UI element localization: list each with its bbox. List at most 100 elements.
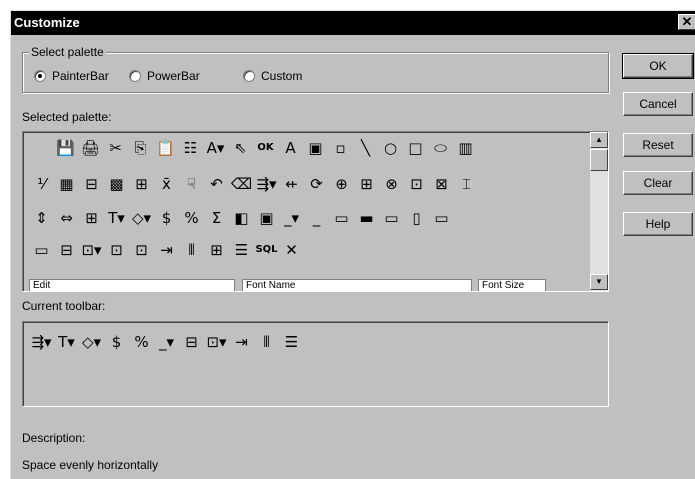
select-palette-legend: Select palette: [29, 45, 106, 59]
palette-r3-15-icon[interactable]: ▭: [379, 206, 404, 230]
palette-r3-4-icon[interactable]: T▾: [104, 206, 129, 230]
palette-r4-10-icon[interactable]: SQL: [254, 238, 279, 262]
toolbar-1-icon[interactable]: ⇶▾: [29, 330, 54, 354]
palette-r1-7-icon[interactable]: A▾: [203, 136, 228, 160]
palette-r3-6-icon[interactable]: $: [154, 206, 179, 230]
palette-r2-3-icon[interactable]: ⊟: [79, 172, 104, 196]
palette-r3-14-icon[interactable]: ▬: [354, 206, 379, 230]
cancel-button[interactable]: Cancel: [623, 92, 693, 116]
palette-r4-11-icon[interactable]: ✕: [279, 238, 304, 262]
palette-r2-2-icon[interactable]: ▦: [54, 172, 79, 196]
toolbar-2-icon[interactable]: T▾: [54, 330, 79, 354]
palette-r4-3-icon[interactable]: ⊡▾: [79, 238, 104, 262]
palette-r2-11-icon[interactable]: ⇷: [279, 172, 304, 196]
font-size-combo[interactable]: Font Size: [478, 279, 546, 291]
palette-r2-7-icon[interactable]: ☟: [179, 172, 204, 196]
palette-r2-18-icon[interactable]: ⌶: [454, 172, 479, 196]
scroll-down-button[interactable]: ▼: [590, 274, 608, 290]
selected-palette-panel: 💾 🖨 ✂ ⎘ 📋 ☷ A▾ ⇖ OK A ▣ ▫ ╲ ○ □ ⬭ ▥ ⅟ ▦ ⊟ ▩ ⊞ x̄ ☟ ↶ ⌫ ⇶▾ ⇷ ⟳ ⊕ ⊞ ⊗ ⊡ ⊠ ⌶…: [22, 131, 609, 292]
palette-r1-1-icon[interactable]: 💾: [53, 136, 78, 160]
toolbar-8-icon[interactable]: ⊡▾: [204, 330, 229, 354]
radio-custom[interactable]: Custom: [243, 69, 302, 83]
palette-r1-4-icon[interactable]: ⎘: [128, 136, 153, 160]
palette-r2-1-icon[interactable]: ⅟: [29, 172, 54, 196]
palette-r2-5-icon[interactable]: ⊞: [129, 172, 154, 196]
clear-button[interactable]: Clear: [623, 171, 693, 195]
palette-r1-3-icon[interactable]: ✂: [103, 136, 128, 160]
radio-painterbar-dot[interactable]: [34, 70, 46, 82]
toolbar-11-icon[interactable]: ☰: [279, 330, 304, 354]
palette-r1-2-icon[interactable]: 🖨: [78, 136, 103, 160]
palette-r2-8-icon[interactable]: ↶: [204, 172, 229, 196]
palette-r4-4-icon[interactable]: ⊡: [104, 238, 129, 262]
toolbar-6-icon[interactable]: _▾: [154, 330, 179, 354]
radio-custom-dot[interactable]: [243, 70, 255, 82]
palette-r4-1-icon[interactable]: ▭: [29, 238, 54, 262]
palette-r1-17-icon[interactable]: ▥: [453, 136, 478, 160]
palette-r3-10-icon[interactable]: ▣: [254, 206, 279, 230]
palette-r3-12-icon[interactable]: _: [304, 206, 329, 230]
radio-painterbar[interactable]: PainterBar: [34, 69, 109, 83]
palette-r2-16-icon[interactable]: ⊡: [404, 172, 429, 196]
toolbar-10-icon[interactable]: ⦀: [254, 330, 279, 354]
palette-row-3: ⇕ ⇔ ⊞ T▾ ◇▾ $% Σ ◧ ▣ _▾ _ ▭ ▬ ▭ ▯ ▭: [29, 206, 454, 230]
radio-powerbar-dot[interactable]: [129, 70, 141, 82]
radio-painterbar-label: PainterBar: [52, 69, 109, 83]
palette-r3-2-icon[interactable]: ⇔: [54, 206, 79, 230]
palette-r2-15-icon[interactable]: ⊗: [379, 172, 404, 196]
palette-r4-8-icon[interactable]: ⊞: [204, 238, 229, 262]
palette-row-2: ⅟ ▦ ⊟ ▩ ⊞ x̄ ☟ ↶ ⌫ ⇶▾ ⇷ ⟳ ⊕ ⊞ ⊗ ⊡ ⊠ ⌶: [29, 172, 479, 196]
palette-r3-3-icon[interactable]: ⊞: [79, 206, 104, 230]
palette-r3-13-icon[interactable]: ▭: [329, 206, 354, 230]
palette-r1-9-icon[interactable]: OK: [253, 136, 278, 160]
toolbar-7-icon[interactable]: ⊟: [179, 330, 204, 354]
palette-r3-5-icon[interactable]: ◇▾: [129, 206, 154, 230]
radio-powerbar[interactable]: PowerBar: [129, 69, 200, 83]
palette-r1-15-icon[interactable]: □: [403, 136, 428, 160]
font-name-combo[interactable]: Font Name: [242, 279, 472, 291]
palette-r4-7-icon[interactable]: ⦀: [179, 238, 204, 262]
palette-r1-13-icon[interactable]: ╲: [353, 136, 378, 160]
palette-r2-12-icon[interactable]: ⟳: [304, 172, 329, 196]
palette-r3-11-icon[interactable]: _▾: [279, 206, 304, 230]
palette-r1-14-icon[interactable]: ○: [378, 136, 403, 160]
help-button[interactable]: Help: [623, 212, 693, 236]
palette-r1-11-icon[interactable]: ▣: [303, 136, 328, 160]
palette-row-4: ▭ ⊟ ⊡▾ ⊡ ⊡ ⇥ ⦀ ⊞ ☰ SQL ✕: [29, 238, 304, 262]
palette-r2-4-icon[interactable]: ▩: [104, 172, 129, 196]
toolbar-4-icon[interactable]: $: [104, 330, 129, 354]
palette-r2-13-icon[interactable]: ⊕: [329, 172, 354, 196]
palette-scrollbar[interactable]: ▲ ▼: [590, 132, 608, 291]
palette-r1-10-icon[interactable]: A: [278, 136, 303, 160]
palette-r3-1-icon[interactable]: ⇕: [29, 206, 54, 230]
palette-r1-12-icon[interactable]: ▫: [328, 136, 353, 160]
palette-r3-17-icon[interactable]: ▭: [429, 206, 454, 230]
toolbar-9-icon[interactable]: ⇥: [229, 330, 254, 354]
palette-r4-2-icon[interactable]: ⊟: [54, 238, 79, 262]
palette-r4-6-icon[interactable]: ⇥: [154, 238, 179, 262]
palette-r2-14-icon[interactable]: ⊞: [354, 172, 379, 196]
palette-r2-6-icon[interactable]: x̄: [154, 172, 179, 196]
close-button[interactable]: ✕: [678, 14, 695, 30]
current-toolbar-label: Current toolbar:: [22, 299, 106, 313]
toolbar-5-icon[interactable]: %: [129, 330, 154, 354]
palette-r1-6-icon[interactable]: ☷: [178, 136, 203, 160]
palette-r2-10-icon[interactable]: ⇶▾: [254, 172, 279, 196]
palette-r3-7-icon[interactable]: %: [179, 206, 204, 230]
palette-r3-8-icon[interactable]: Σ: [204, 206, 229, 230]
toolbar-3-icon[interactable]: ◇▾: [79, 330, 104, 354]
reset-button[interactable]: Reset: [623, 133, 693, 157]
palette-r4-5-icon[interactable]: ⊡: [129, 238, 154, 262]
palette-r2-17-icon[interactable]: ⊠: [429, 172, 454, 196]
palette-r3-16-icon[interactable]: ▯: [404, 206, 429, 230]
scroll-up-button[interactable]: ▲: [590, 132, 608, 148]
palette-r2-9-icon[interactable]: ⌫: [229, 172, 254, 196]
scroll-thumb[interactable]: [590, 149, 608, 171]
palette-r1-5-icon[interactable]: 📋: [153, 136, 178, 160]
palette-r3-9-icon[interactable]: ◧: [229, 206, 254, 230]
palette-r1-16-icon[interactable]: ⬭: [428, 136, 453, 160]
palette-r1-8-icon[interactable]: ⇖: [228, 136, 253, 160]
palette-r4-9-icon[interactable]: ☰: [229, 238, 254, 262]
ok-button[interactable]: OK: [622, 53, 694, 79]
edit-combo[interactable]: Edit: [29, 279, 235, 291]
